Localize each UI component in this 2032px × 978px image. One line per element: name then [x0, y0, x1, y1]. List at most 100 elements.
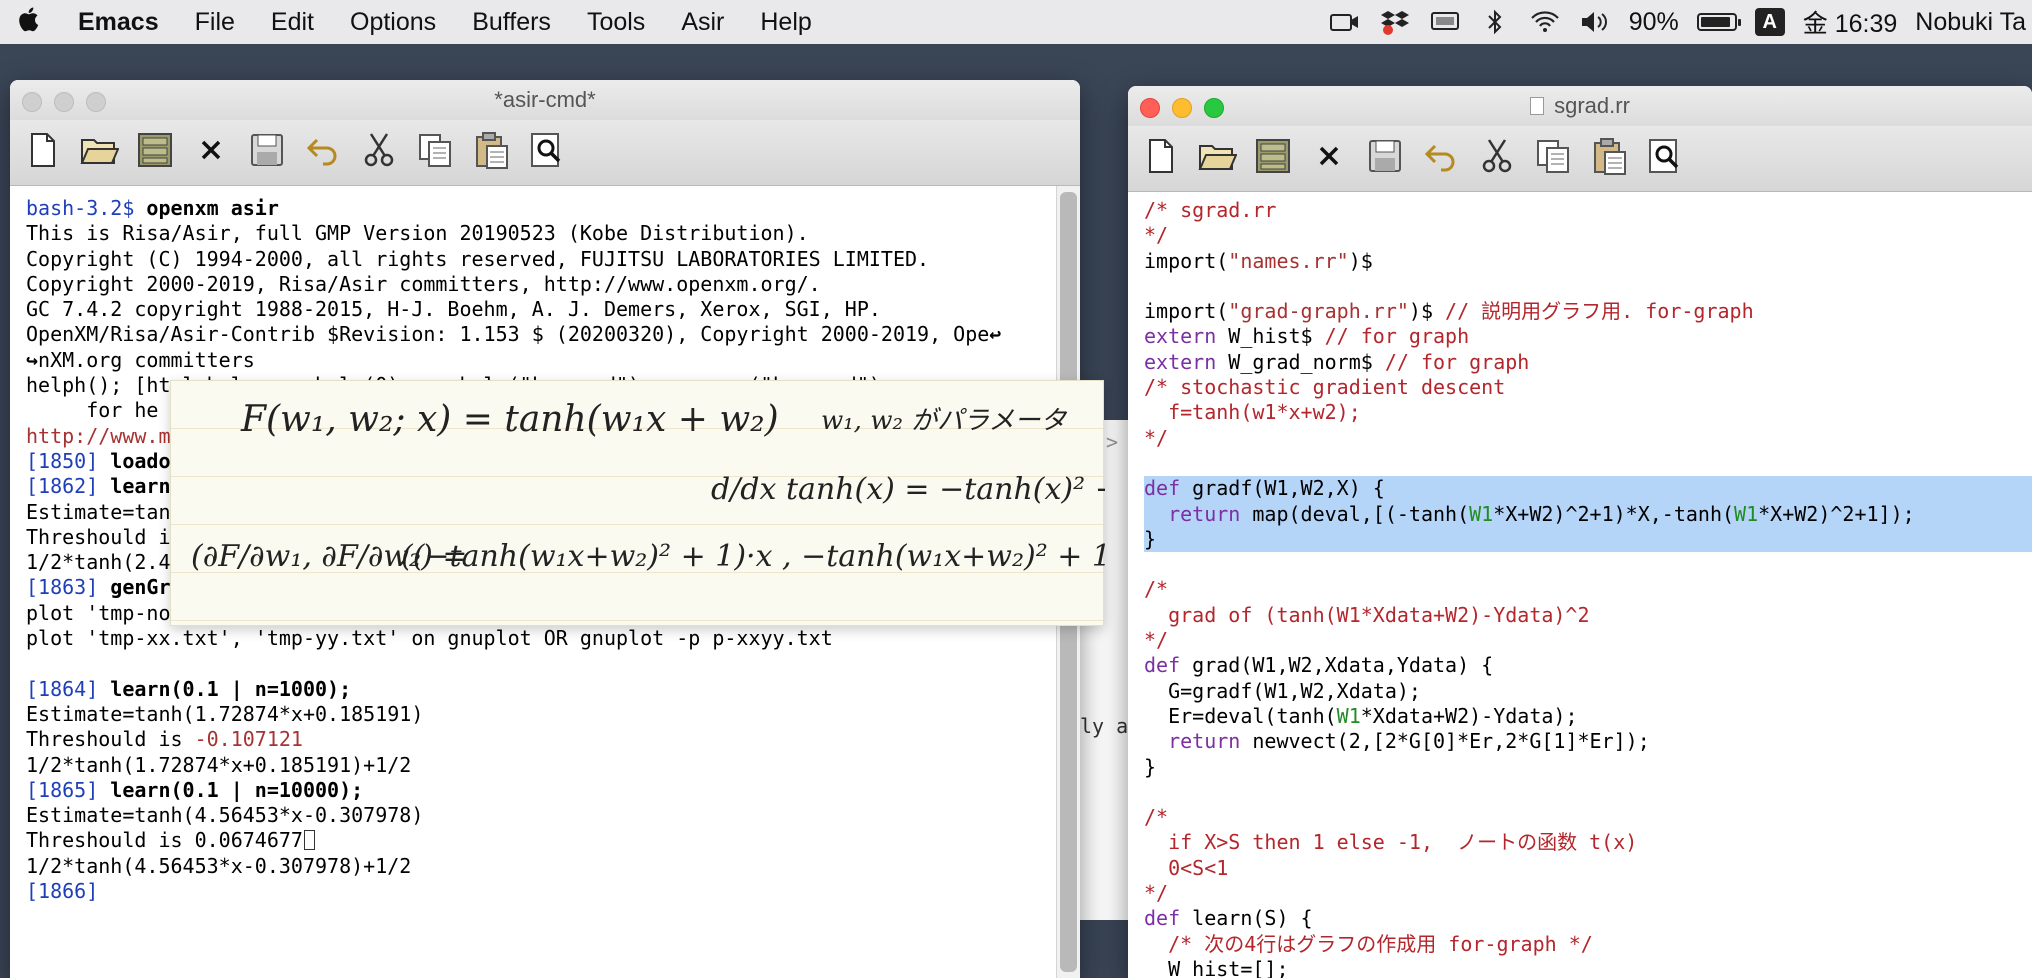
volume-icon[interactable]: [1579, 9, 1611, 35]
terminal-line: Threshould is -0.107121: [26, 727, 1048, 752]
close-window-button[interactable]: [22, 92, 42, 112]
terminal-text: [1862]: [26, 474, 111, 499]
handwritten-note: F(w₁, w₂; x) = tanh(w₁x + w₂) w₁, w₂ がパラ…: [170, 380, 1105, 626]
code-text: *X+W2)^2+1)*X,-tanh(: [1493, 501, 1735, 526]
undo-button[interactable]: [300, 130, 346, 176]
note-parameter-comment: w₁, w₂ がパラメータ: [821, 406, 1067, 436]
user-name[interactable]: Nobuki Ta: [1915, 8, 2026, 37]
code-text: return: [1168, 501, 1241, 526]
terminal-text: openxm asir: [146, 196, 279, 220]
terminal-text: [1850]: [26, 448, 111, 473]
terminal-line: [1866]: [26, 879, 1048, 904]
terminal-text: ↪: [26, 347, 39, 372]
save-button[interactable]: [1362, 136, 1408, 182]
minimize-window-button[interactable]: [1172, 98, 1192, 118]
undo-button[interactable]: [1418, 136, 1464, 182]
code-line: extern W_grad_norm$ // for graph: [1144, 350, 2032, 375]
new-file-button[interactable]: [1138, 136, 1184, 182]
background-window-fragment: ly a: [1080, 714, 1129, 738]
close-button[interactable]: [188, 130, 234, 176]
screen-mirroring-icon[interactable]: [1429, 9, 1461, 35]
close-window-button[interactable]: [1140, 98, 1160, 118]
menu-asir[interactable]: Asir: [663, 8, 742, 37]
paste-button[interactable]: [468, 130, 514, 176]
menu-options[interactable]: Options: [332, 8, 454, 37]
terminal-line: Estimate=tanh(1.72874*x+0.185191): [26, 702, 1048, 727]
new-file-button[interactable]: [20, 130, 66, 176]
clock[interactable]: 金 16:39: [1803, 4, 1898, 40]
window-titlebar[interactable]: sgrad.rr: [1128, 86, 2032, 126]
menu-help[interactable]: Help: [742, 8, 829, 37]
terminal-line: [1864] learn(0.1 | n=1000);: [26, 677, 1048, 702]
close-button[interactable]: [1306, 136, 1352, 182]
terminal-text: -0.107121: [194, 727, 303, 752]
terminal-text: Estimate=tanh(4.56453*x-0.307978): [26, 803, 424, 828]
paste-icon: [471, 130, 511, 175]
paste-icon: [1589, 136, 1629, 181]
menu-tools[interactable]: Tools: [569, 8, 663, 37]
cut-icon: [1477, 136, 1517, 181]
camera-icon[interactable]: [1329, 9, 1361, 35]
cut-button[interactable]: [1474, 136, 1520, 182]
terminal-text: Threshould is 0.0674677: [26, 828, 303, 853]
dired-icon: [1253, 136, 1293, 181]
code-text: extern: [1144, 349, 1217, 374]
menu-file[interactable]: File: [177, 8, 253, 37]
undo-icon: [1421, 136, 1461, 181]
window-titlebar[interactable]: *asir-cmd*: [10, 80, 1080, 120]
search-button[interactable]: [1642, 136, 1688, 182]
battery-icon[interactable]: [1696, 13, 1741, 31]
apple-icon[interactable]: [0, 5, 60, 40]
close-icon: [191, 130, 231, 175]
terminal-text: Copyright 2000-2019, Risa/Asir committer…: [26, 271, 821, 296]
toolbar: [1128, 126, 2032, 192]
cut-icon: [359, 130, 399, 175]
code-text: learn(S) {: [1180, 906, 1313, 931]
toolbar: [10, 120, 1080, 186]
open-folder-button[interactable]: [76, 130, 122, 176]
code-text: def: [1144, 476, 1181, 501]
zoom-window-button[interactable]: [1204, 98, 1224, 118]
input-method-icon[interactable]: A: [1754, 8, 1785, 36]
bluetooth-icon[interactable]: [1479, 9, 1511, 35]
terminal-text: Estimate=tan: [26, 499, 171, 524]
minimize-window-button[interactable]: [54, 92, 74, 112]
code-line: */: [1144, 223, 2032, 248]
code-text: */: [1144, 628, 1169, 653]
dired-icon: [135, 130, 175, 175]
open-folder-button[interactable]: [1194, 136, 1240, 182]
dropbox-icon[interactable]: [1379, 9, 1411, 35]
wifi-icon[interactable]: [1529, 9, 1561, 35]
dired-button[interactable]: [132, 130, 178, 176]
code-text: newvect(2,[2*G[0]*Er,2*G[1]*Er]);: [1240, 729, 1650, 754]
terminal-line: [1865] learn(0.1 | n=10000);: [26, 778, 1048, 803]
copy-button[interactable]: [1530, 136, 1576, 182]
paste-button[interactable]: [1586, 136, 1632, 182]
zoom-window-button[interactable]: [86, 92, 106, 112]
save-button[interactable]: [244, 130, 290, 176]
search-button[interactable]: [524, 130, 570, 176]
new-file-icon: [1141, 136, 1181, 181]
sgrad-window: sgrad.rr /* sgrad.rr */import("names.rr")…: [1128, 86, 2032, 978]
menu-edit[interactable]: Edit: [253, 8, 332, 37]
dired-button[interactable]: [1250, 136, 1296, 182]
text-cursor: [303, 830, 315, 851]
code-editor[interactable]: /* sgrad.rr */import("names.rr")$ import(…: [1144, 192, 2032, 978]
cut-button[interactable]: [356, 130, 402, 176]
code-text: *Xdata+W2)-Ydata);: [1360, 703, 1578, 728]
window-title: sgrad.rr: [1554, 93, 1630, 118]
menu-app-emacs[interactable]: Emacs: [60, 8, 177, 37]
terminal-line: plot 'tmp-xx.txt', 'tmp-yy.txt' on gnupl…: [26, 626, 1048, 651]
terminal-text: http://www.m: [26, 423, 171, 448]
copy-button[interactable]: [412, 130, 458, 176]
battery-level: [1700, 17, 1730, 27]
terminal-text: learn(0.1 | n=1000);: [110, 676, 352, 701]
terminal-text: plot 'tmp-xx.txt', 'tmp-yy.txt' on gnupl…: [26, 626, 833, 651]
menu-buffers[interactable]: Buffers: [454, 8, 569, 37]
terminal-text: [1864]: [26, 676, 111, 701]
code-line: /* 次の4行はグラフの作成用 for-graph */: [1144, 932, 2032, 957]
code-line: /* stochastic gradient descent: [1144, 375, 2032, 400]
terminal-line: Estimate=tanh(4.56453*x-0.307978): [26, 803, 1048, 828]
